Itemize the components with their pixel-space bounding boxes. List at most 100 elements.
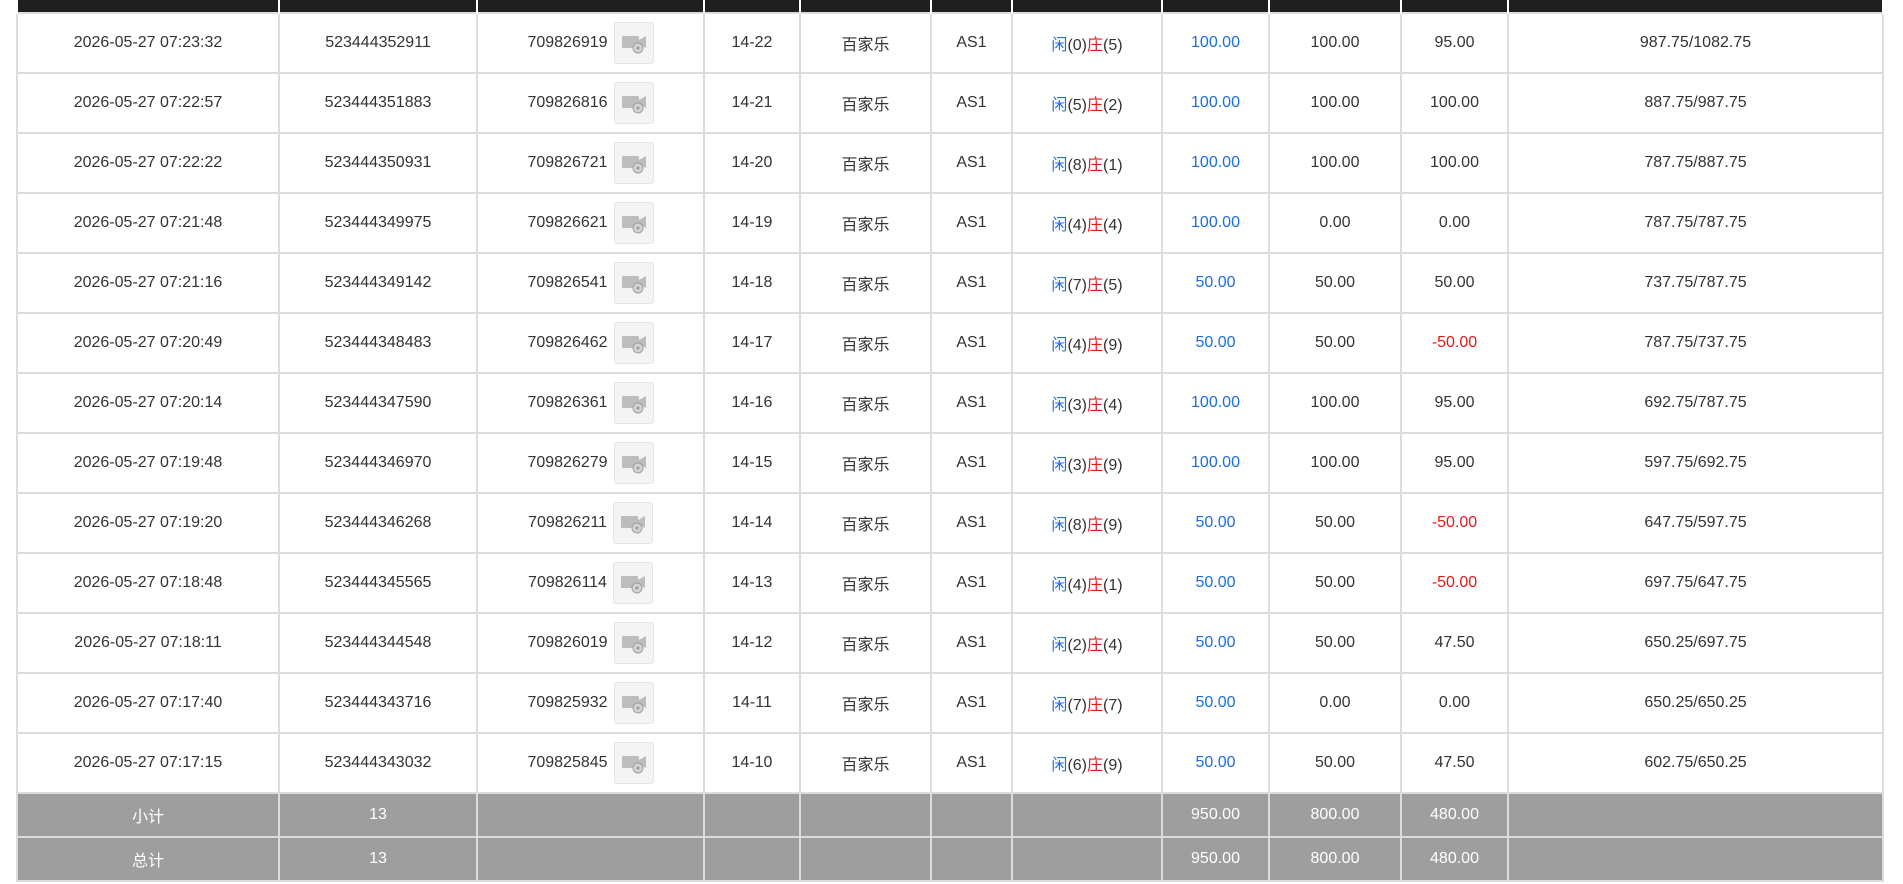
video-camera-icon[interactable] xyxy=(613,622,654,664)
bet-time: 2026-05-27 07:18:48 xyxy=(16,552,280,614)
player-label: 闲 xyxy=(1051,637,1068,654)
order-number: 523444347590 xyxy=(278,372,478,434)
balance-change: 887.75/987.75 xyxy=(1507,72,1884,134)
valid-bet: 100.00 xyxy=(1268,12,1402,74)
banker-label: 庄 xyxy=(1087,397,1104,414)
player-points: (8) xyxy=(1067,517,1087,534)
balance-change: 692.75/787.75 xyxy=(1507,372,1884,434)
banker-points: (4) xyxy=(1103,217,1123,234)
player-points: (7) xyxy=(1067,277,1087,294)
bet-time: 2026-05-27 07:20:49 xyxy=(16,312,280,374)
banker-label: 庄 xyxy=(1087,637,1104,654)
round-cell: 709826721 xyxy=(476,132,705,194)
header-cell xyxy=(930,0,1013,13)
balance-change: 597.75/692.75 xyxy=(1507,432,1884,494)
bet-amount: 100.00 xyxy=(1161,432,1270,494)
header-cell xyxy=(1161,0,1270,13)
player-label: 闲 xyxy=(1051,757,1068,774)
game-name: 百家乐 xyxy=(799,252,932,314)
bet-amount: 50.00 xyxy=(1161,732,1270,794)
video-camera-icon[interactable] xyxy=(613,382,654,424)
banker-label: 庄 xyxy=(1087,97,1104,114)
bet-amount: 100.00 xyxy=(1161,132,1270,194)
round-number: 709826361 xyxy=(527,394,608,411)
game-name: 百家乐 xyxy=(799,132,932,194)
video-camera-icon[interactable] xyxy=(613,742,654,784)
order-number: 523444346268 xyxy=(278,492,478,554)
player-label: 闲 xyxy=(1051,457,1068,474)
video-camera-icon[interactable] xyxy=(613,142,654,184)
round-number: 709826541 xyxy=(527,274,608,291)
banker-points: (9) xyxy=(1103,757,1123,774)
round-number: 709825932 xyxy=(527,694,608,711)
shoe-number: 14-10 xyxy=(703,732,801,794)
round-number: 709826816 xyxy=(527,94,608,111)
video-camera-icon[interactable] xyxy=(613,322,654,364)
bet-time: 2026-05-27 07:19:48 xyxy=(16,432,280,494)
player-label: 闲 xyxy=(1051,97,1068,114)
bet-time: 2026-05-27 07:22:22 xyxy=(16,132,280,194)
shoe-number: 14-14 xyxy=(703,492,801,554)
round-number: 709826919 xyxy=(527,34,608,51)
table-row: 2026-05-27 07:22:57 523444351883 709826816… xyxy=(16,72,1884,134)
order-number: 523444351883 xyxy=(278,72,478,134)
round-number: 709826462 xyxy=(527,334,608,351)
table-name: AS1 xyxy=(930,12,1013,74)
banker-points: (4) xyxy=(1103,397,1123,414)
video-camera-icon[interactable] xyxy=(613,202,654,244)
player-label: 闲 xyxy=(1051,217,1068,234)
round-cell: 709825932 xyxy=(476,672,705,734)
video-camera-icon[interactable] xyxy=(612,562,653,604)
table-row: 2026-05-27 07:17:40 523444343716 709825932… xyxy=(16,672,1884,734)
table-row: 2026-05-27 07:18:48 523444345565 709826114… xyxy=(16,552,1884,614)
valid-bet: 100.00 xyxy=(1268,72,1402,134)
order-number: 523444343032 xyxy=(278,732,478,794)
result-cell: 闲(7)庄(7) xyxy=(1011,672,1163,734)
order-number: 523444352911 xyxy=(278,12,478,74)
order-number: 523444343716 xyxy=(278,672,478,734)
result-cell: 闲(3)庄(4) xyxy=(1011,372,1163,434)
banker-label: 庄 xyxy=(1087,277,1104,294)
player-label: 闲 xyxy=(1051,277,1068,294)
table-name: AS1 xyxy=(930,732,1013,794)
total-bet: 950.00 xyxy=(1161,836,1270,882)
round-number: 709825845 xyxy=(527,754,608,771)
win-loss: -50.00 xyxy=(1400,312,1509,374)
video-camera-icon[interactable] xyxy=(613,82,654,124)
bet-amount: 50.00 xyxy=(1161,612,1270,674)
banker-points: (7) xyxy=(1103,697,1123,714)
shoe-number: 14-18 xyxy=(703,252,801,314)
round-number: 709826019 xyxy=(527,634,608,651)
table-name: AS1 xyxy=(930,492,1013,554)
game-name: 百家乐 xyxy=(799,672,932,734)
round-cell: 709826621 xyxy=(476,192,705,254)
header-cell xyxy=(1011,0,1163,13)
video-camera-icon[interactable] xyxy=(613,262,654,304)
win-loss: 47.50 xyxy=(1400,612,1509,674)
video-camera-icon[interactable] xyxy=(613,682,654,724)
banker-label: 庄 xyxy=(1087,157,1104,174)
order-number: 523444349142 xyxy=(278,252,478,314)
valid-bet: 100.00 xyxy=(1268,132,1402,194)
banker-label: 庄 xyxy=(1087,37,1104,54)
bet-time: 2026-05-27 07:19:20 xyxy=(16,492,280,554)
round-cell: 709826816 xyxy=(476,72,705,134)
player-label: 闲 xyxy=(1051,697,1068,714)
bet-time: 2026-05-27 07:18:11 xyxy=(16,612,280,674)
win-loss: 95.00 xyxy=(1400,432,1509,494)
result-cell: 闲(6)庄(9) xyxy=(1011,732,1163,794)
video-camera-icon[interactable] xyxy=(613,442,654,484)
table-row: 2026-05-27 07:22:22 523444350931 709826721… xyxy=(16,132,1884,194)
balance-change: 650.25/697.75 xyxy=(1507,612,1884,674)
bet-amount: 100.00 xyxy=(1161,372,1270,434)
banker-points: (1) xyxy=(1103,157,1123,174)
video-camera-icon[interactable] xyxy=(613,22,654,64)
table-name: AS1 xyxy=(930,192,1013,254)
bet-time: 2026-05-27 07:22:57 xyxy=(16,72,280,134)
shoe-number: 14-15 xyxy=(703,432,801,494)
video-camera-icon[interactable] xyxy=(612,502,653,544)
order-number: 523444345565 xyxy=(278,552,478,614)
balance-change: 787.75/787.75 xyxy=(1507,192,1884,254)
shoe-number: 14-13 xyxy=(703,552,801,614)
valid-bet: 100.00 xyxy=(1268,372,1402,434)
